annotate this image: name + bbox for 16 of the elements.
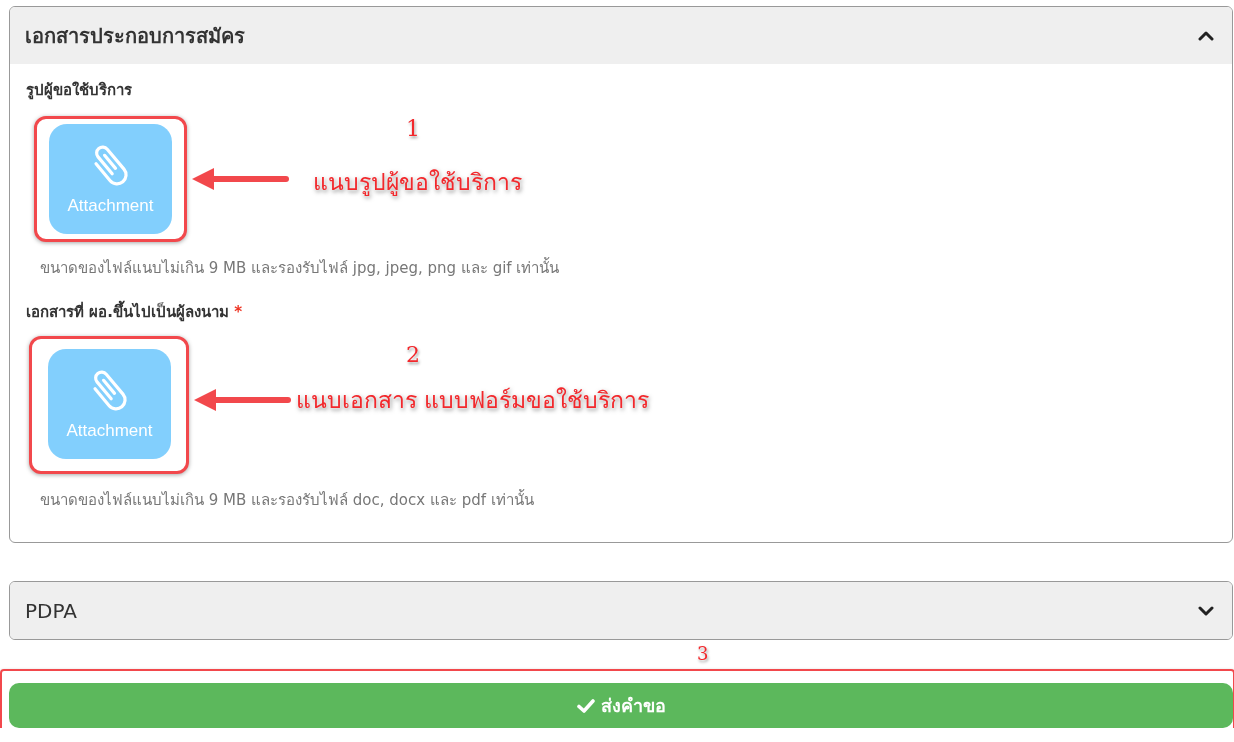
attachment-button[interactable]: Attachment [48,349,171,459]
annotation-number: 1 [406,116,420,141]
accordion-header[interactable]: เอกสารประกอบการสมัคร [10,7,1232,64]
hint-text: ขนาดของไฟล์แนบไม่เกิน 9 MB และรองรับไฟล์ doc, docx และ pdf เท่านั้น [40,488,535,511]
annotation-number: 2 [406,342,420,367]
annotation-number: 3 [697,643,709,664]
field-label: เอกสารที่ ผอ.ขึ้นไปเป็นผู้ลงนาม * [26,300,1216,324]
field-label: รูปผู้ขอใช้บริการ [26,80,133,102]
accordion-header[interactable]: PDPA [10,582,1232,639]
submit-button[interactable]: ส่งคำขอ [9,683,1233,728]
hint-text: ขนาดของไฟล์แนบไม่เกิน 9 MB และรองรับไฟล์ jpg, jpeg, png และ gif เท่านั้น [40,256,561,279]
annotation-text: แนบรูปผู้ขอใช้บริการ [313,168,522,198]
section-title: PDPA [25,598,77,623]
section-title: เอกสารประกอบการสมัคร [25,22,245,50]
attachment-button[interactable]: Attachment [49,124,172,234]
annotation-text: แนบเอกสาร แบบฟอร์มขอใช้บริการ [296,386,650,415]
